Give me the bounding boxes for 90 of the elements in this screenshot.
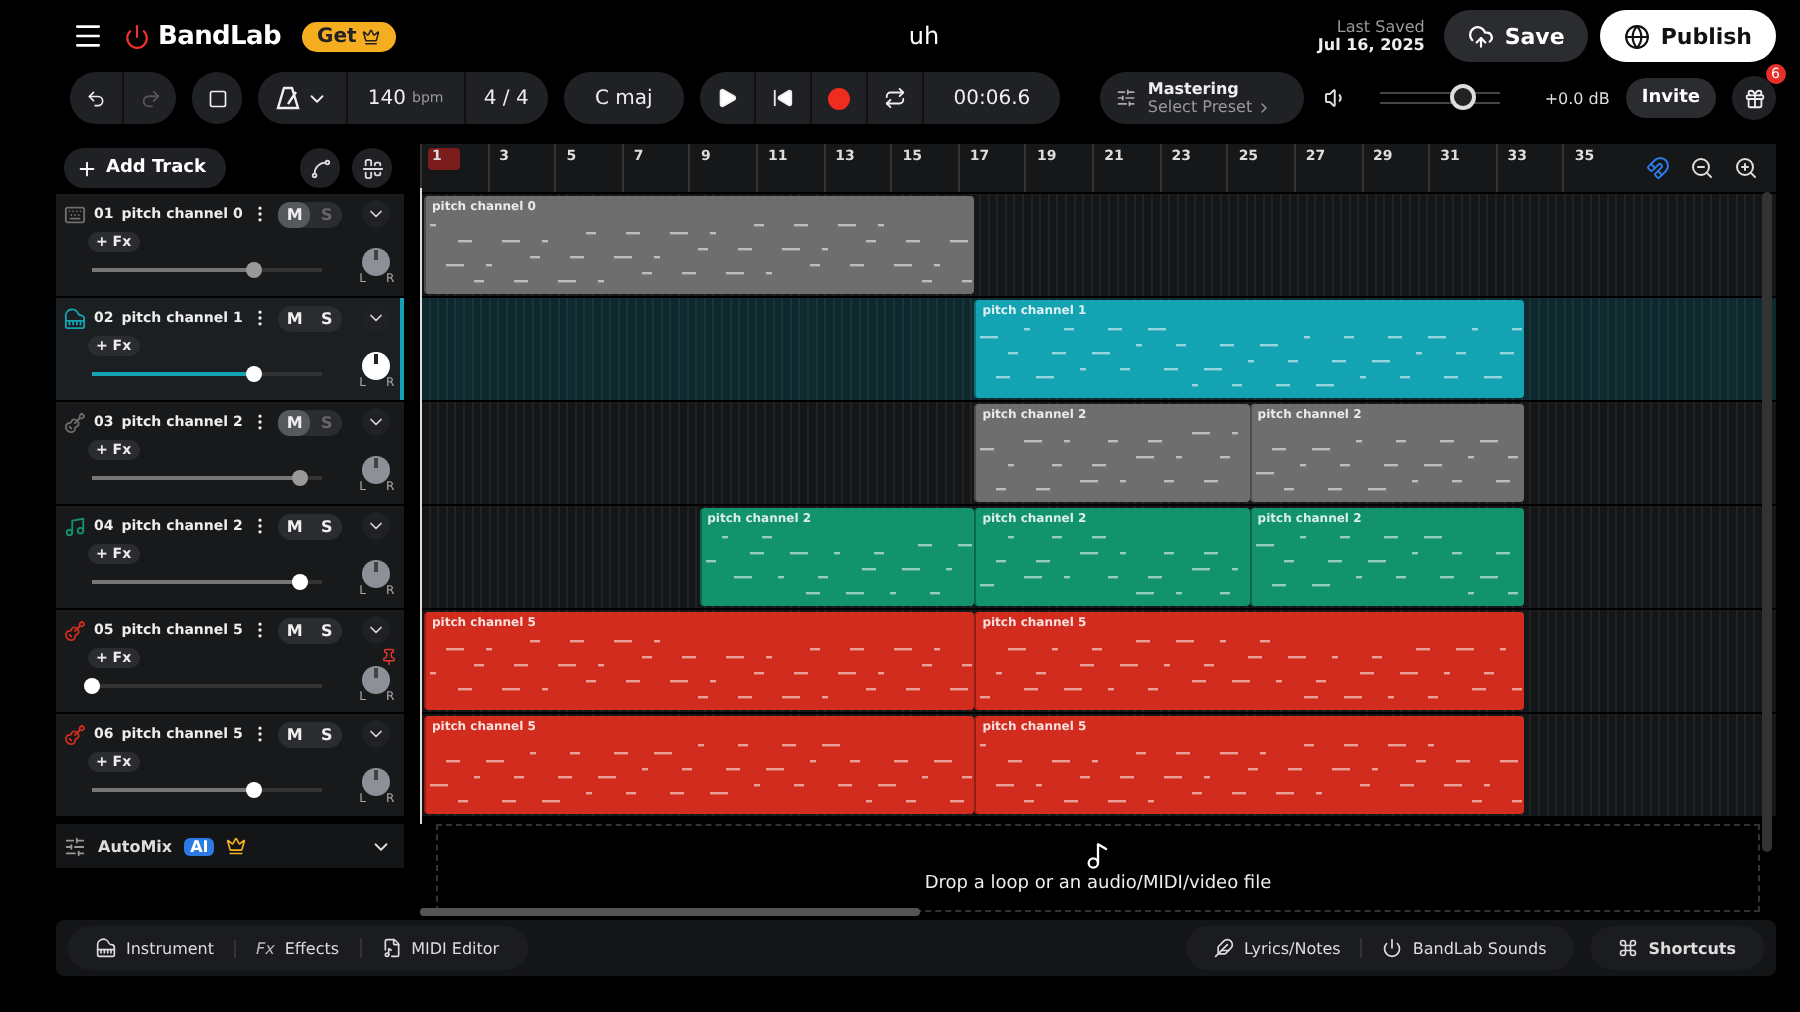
guitar-icon xyxy=(64,723,86,745)
publish-button[interactable]: Publish xyxy=(1600,10,1776,62)
mastering-button[interactable]: Mastering Select Preset xyxy=(1099,72,1305,124)
solo-button[interactable]: S xyxy=(310,721,343,747)
panel-tab[interactable]: Instrument xyxy=(76,938,235,958)
expand-button[interactable] xyxy=(362,512,391,540)
automix-label: AutoMix xyxy=(98,837,173,855)
app-logo: BandLab xyxy=(158,21,282,51)
solo-button[interactable]: S xyxy=(310,305,343,331)
project-title: uh xyxy=(908,22,940,50)
add-track-button[interactable]: Add Track xyxy=(64,148,226,188)
gift-icon xyxy=(1743,87,1765,109)
power-icon xyxy=(1382,938,1403,958)
metronome-icon xyxy=(276,86,301,110)
last-saved-label: Last Saved xyxy=(1336,18,1425,36)
panel-tab[interactable]: MIDI Editor xyxy=(359,938,520,958)
time-signature-field[interactable]: 4 / 4 xyxy=(465,72,548,124)
redo-icon xyxy=(140,85,162,111)
pan-knob[interactable] xyxy=(362,352,391,380)
invite-button[interactable]: Invite xyxy=(1625,78,1716,118)
ai-badge: AI xyxy=(184,837,215,855)
zoom-in-icon[interactable] xyxy=(1734,156,1758,180)
last-saved-date: Jul 16, 2025 xyxy=(1317,36,1425,54)
automix-bar[interactable]: AutoMix AI xyxy=(56,824,404,868)
mute-button[interactable]: M xyxy=(278,721,311,747)
slider-thumb[interactable] xyxy=(245,262,261,278)
loop-icon xyxy=(884,86,907,110)
horizontal-scrollbar[interactable] xyxy=(420,908,920,916)
automation-button[interactable] xyxy=(300,148,340,188)
save-button[interactable]: Save xyxy=(1444,10,1589,62)
sliders-icon xyxy=(64,835,86,857)
expand-button[interactable] xyxy=(362,720,391,748)
power-icon xyxy=(124,23,150,49)
skip-back-icon xyxy=(772,86,795,110)
curve-icon xyxy=(309,157,331,179)
solo-button[interactable]: S xyxy=(310,617,343,643)
volume-icon[interactable] xyxy=(1324,86,1348,110)
globe-icon xyxy=(1624,23,1651,49)
align-button[interactable] xyxy=(352,148,392,188)
menu-icon[interactable] xyxy=(72,20,104,52)
align-icon xyxy=(361,157,383,179)
drop-zone-text: Drop a loop or an audio/MIDI/video file xyxy=(924,874,1272,894)
record-icon xyxy=(828,87,851,109)
sliders-icon xyxy=(1115,86,1136,110)
square-icon xyxy=(207,87,228,109)
get-button[interactable]: Get xyxy=(301,21,397,51)
cloud-upload-icon xyxy=(1468,23,1495,49)
keyboard-icon xyxy=(64,203,86,225)
command-icon xyxy=(1618,938,1639,958)
select-preset-label: Select Preset xyxy=(1147,98,1253,116)
slider-thumb[interactable] xyxy=(245,366,261,382)
mastering-title: Mastering xyxy=(1147,80,1241,98)
mute-button[interactable]: M xyxy=(278,409,311,435)
pin-icon[interactable] xyxy=(379,648,398,666)
expand-button[interactable] xyxy=(362,408,391,436)
music-file-icon xyxy=(381,938,402,958)
expand-button[interactable] xyxy=(362,200,391,228)
slider-thumb[interactable] xyxy=(291,470,307,486)
piano-icon xyxy=(64,307,86,329)
panel-tab[interactable]: Fx Effects xyxy=(234,939,360,957)
feather-icon xyxy=(1214,938,1235,958)
magnet-icon[interactable] xyxy=(1646,156,1670,180)
mute-button[interactable]: M xyxy=(278,513,311,539)
panel-tab[interactable]: BandLab Sounds xyxy=(1360,938,1567,958)
plus-icon xyxy=(76,157,98,179)
key-field[interactable]: C maj xyxy=(563,72,685,124)
guitar-icon xyxy=(64,619,86,641)
solo-button[interactable]: S xyxy=(310,513,343,539)
slider-thumb[interactable] xyxy=(245,782,261,798)
panel-tab[interactable]: Lyrics/Notes xyxy=(1194,938,1361,958)
guitar-icon xyxy=(64,411,86,433)
mute-button[interactable]: M xyxy=(278,305,311,331)
play-icon xyxy=(716,86,739,110)
mute-button[interactable]: M xyxy=(278,201,311,227)
zoom-out-icon[interactable] xyxy=(1690,156,1714,180)
gain-readout: +0.0 dB xyxy=(1544,89,1610,107)
mute-button[interactable]: M xyxy=(278,617,311,643)
add-music-icon xyxy=(1084,842,1112,870)
slider-thumb[interactable] xyxy=(291,574,307,590)
crown-icon xyxy=(362,27,381,45)
slider-thumb[interactable] xyxy=(84,678,100,694)
fx-icon: Fx xyxy=(256,939,275,957)
vertical-scrollbar[interactable] xyxy=(1762,192,1772,852)
music-note-icon xyxy=(64,515,86,537)
slider-thumb[interactable] xyxy=(1449,84,1476,110)
piano-icon xyxy=(96,938,116,958)
expand-button[interactable] xyxy=(362,616,391,644)
crown-icon xyxy=(226,836,247,856)
undo-icon xyxy=(86,85,106,111)
gift-button[interactable] xyxy=(1732,76,1776,120)
